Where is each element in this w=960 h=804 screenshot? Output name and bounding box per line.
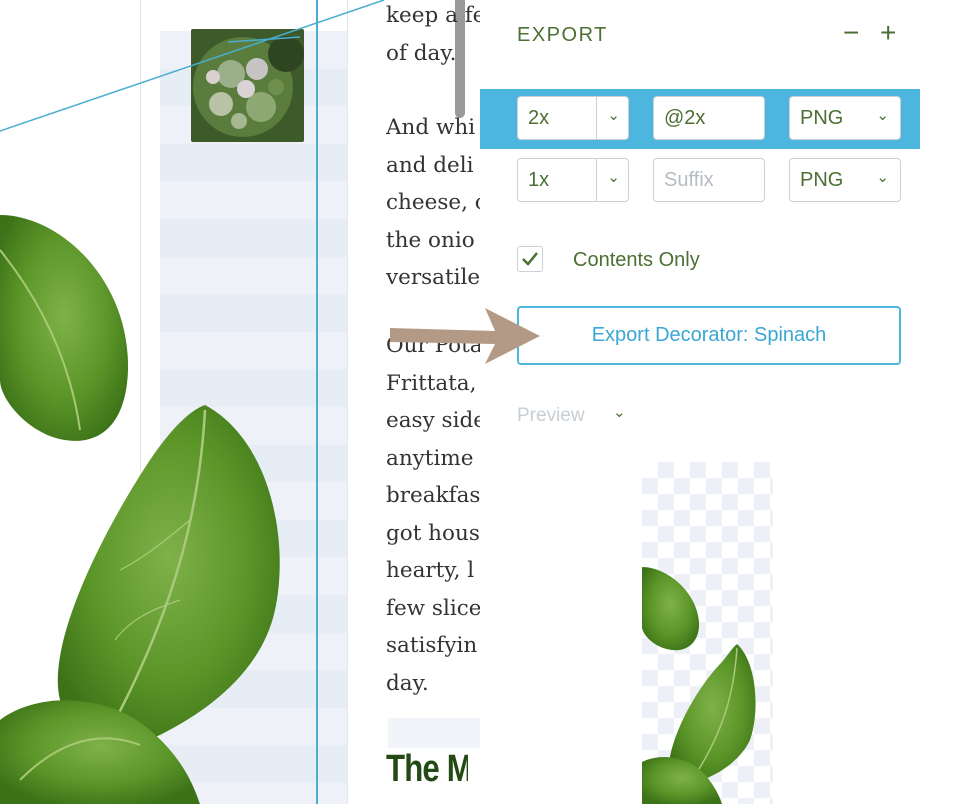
suffix-placeholder: Suffix (664, 169, 714, 191)
scale-value: 1x (528, 169, 550, 191)
export-panel: EXPORT − + 2x ⌄ @2x PNG ⌄ 1x ⌄ Suffix PN… (480, 0, 960, 804)
contents-only-checkbox[interactable] (517, 246, 543, 272)
export-button[interactable]: Export Decorator: Spinach (517, 306, 901, 365)
chevron-down-icon[interactable]: ⌄ (613, 403, 626, 421)
scale-select[interactable]: 2x ⌄ (517, 96, 629, 140)
pointer-arrow-icon (390, 308, 540, 364)
dropdown-divider (596, 97, 597, 139)
spinach-leaf-top (0, 215, 129, 441)
checkmark-icon (522, 252, 538, 266)
suffix-input[interactable]: Suffix (653, 158, 765, 202)
suffix-input[interactable]: @2x (653, 96, 765, 140)
plus-icon[interactable]: + (880, 18, 896, 48)
format-select[interactable]: PNG ⌄ (789, 96, 901, 140)
minus-icon[interactable]: − (843, 18, 859, 48)
preview-toggle-label[interactable]: Preview (517, 405, 585, 427)
chevron-down-icon: ⌄ (607, 169, 620, 186)
contents-only-label[interactable]: Contents Only (573, 249, 700, 272)
export-preview (642, 462, 773, 804)
format-select[interactable]: PNG ⌄ (789, 158, 901, 202)
chevron-down-icon: ⌄ (876, 107, 889, 124)
dropdown-divider (596, 159, 597, 201)
spinach-preview-image (642, 567, 756, 804)
spinach-leaf-middle (57, 405, 280, 744)
spinach-leaves-layer[interactable] (0, 0, 480, 804)
suffix-value: @2x (664, 107, 706, 129)
scale-value: 2x (528, 107, 550, 129)
chevron-down-icon: ⌄ (876, 169, 889, 186)
format-value: PNG (800, 169, 844, 191)
chevron-down-icon: ⌄ (607, 107, 620, 124)
format-value: PNG (800, 107, 844, 129)
design-canvas[interactable]: keep a fe of day. And whi and deli cheese, … (0, 0, 480, 804)
scale-select[interactable]: 1x ⌄ (517, 158, 629, 202)
panel-title: EXPORT (517, 24, 608, 46)
